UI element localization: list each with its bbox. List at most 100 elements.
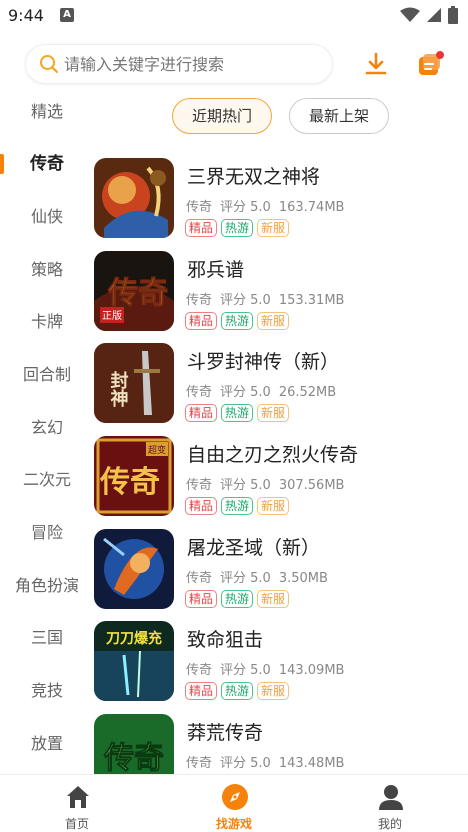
- game-icon: 刀刀爆充: [94, 621, 174, 701]
- game-icon-badge: 正版: [102, 309, 122, 322]
- tag-new-server: 新服: [257, 497, 290, 515]
- tag-new-server: 新服: [257, 219, 290, 237]
- game-list-item[interactable]: 封神 斗罗封神传（新） 传奇 评分 5.0 26.52MB 精品 热游 新服: [94, 337, 468, 427]
- game-size: 26.52MB: [278, 385, 337, 400]
- game-icon: 传奇 超变: [94, 436, 174, 516]
- download-icon[interactable]: [362, 50, 390, 78]
- game-rating: 评分 5.0: [220, 478, 271, 493]
- sidebar-item[interactable]: 二次元: [0, 460, 94, 500]
- nav-home[interactable]: 首页: [27, 775, 127, 832]
- game-category: 传奇: [186, 571, 213, 586]
- sidebar-item[interactable]: 精选: [0, 92, 94, 132]
- tag-new-server: 新服: [257, 590, 290, 608]
- search-input[interactable]: [64, 45, 324, 83]
- game-icon: 传奇 正版: [94, 251, 174, 331]
- notification-a-icon: A: [60, 8, 74, 22]
- game-tags: 精品 热游 新服: [185, 682, 290, 700]
- game-icon: 封神: [94, 343, 174, 423]
- search-icon: [40, 55, 59, 74]
- game-icon-art-text: 刀刀爆充: [106, 630, 162, 647]
- nav-find-games[interactable]: 找游戏: [184, 775, 284, 832]
- home-icon: [67, 786, 89, 808]
- game-list: 三界无双之神将 传奇 评分 5.0 163.74MB 精品 热游 新服 传奇 正版 …: [94, 152, 468, 774]
- game-tags: 精品 热游 新服: [185, 404, 290, 422]
- game-rating: 评分 5.0: [220, 756, 271, 771]
- game-icon: 传奇: [94, 714, 174, 774]
- game-list-item[interactable]: 传奇 莽荒传奇 传奇评分 5.0143.48MB 精品 热游 新服: [94, 708, 468, 774]
- game-rating: 评分 5.0: [220, 385, 271, 400]
- tag-hot: 热游: [221, 312, 254, 330]
- tag-premium: 精品: [185, 590, 218, 608]
- game-tags: 精品 热游 新服: [185, 219, 290, 237]
- nav-label-profile: 我的: [377, 817, 402, 831]
- game-category: 传奇: [186, 200, 213, 215]
- tab-recent-hot[interactable]: 近期热门: [172, 98, 272, 134]
- game-size: 307.56MB: [278, 478, 345, 493]
- game-rating: 评分 5.0: [220, 663, 271, 678]
- game-rating: 评分 5.0: [220, 200, 271, 215]
- nav-profile[interactable]: 我的: [340, 775, 440, 832]
- game-meta: 传奇 评分 5.0 163.74MB: [186, 196, 352, 215]
- game-icon-badge: 超变: [148, 444, 166, 456]
- game-tags: 精品 热游 新服: [185, 312, 290, 330]
- sidebar-item[interactable]: 冒险: [0, 513, 94, 553]
- tag-hot: 热游: [221, 682, 254, 700]
- sidebar-item[interactable]: 策略: [0, 250, 94, 290]
- sidebar-item[interactable]: 竞技: [0, 671, 94, 711]
- sidebar-item[interactable]: 回合制: [0, 355, 94, 395]
- game-icon-art-text: 封神: [108, 370, 129, 408]
- nav-label-home: 首页: [64, 817, 89, 831]
- game-list-item[interactable]: 传奇 超变 自由之刃之烈火传奇 传奇 评分 5.0 307.56MB 精品 热游 新…: [94, 430, 468, 520]
- game-list-item[interactable]: 刀刀爆充 致命狙击 传奇 评分 5.0 143.09MB 精品 热游 新服: [94, 615, 468, 705]
- sidebar-item-active[interactable]: 传奇: [0, 144, 94, 184]
- status-indicators: [400, 6, 458, 24]
- game-name: 邪兵谱: [187, 259, 245, 281]
- tag-hot: 热游: [221, 219, 254, 237]
- tag-new-server: 新服: [257, 682, 290, 700]
- tag-hot: 热游: [221, 497, 254, 515]
- search-box[interactable]: [25, 44, 333, 84]
- game-category: 传奇: [186, 756, 213, 771]
- game-icon-art-text: 传奇: [99, 465, 160, 500]
- compass-icon: [222, 784, 248, 810]
- tag-premium: 精品: [185, 497, 218, 515]
- wifi-icon: [400, 7, 420, 22]
- sidebar-item[interactable]: 玄幻: [0, 408, 94, 448]
- game-category: 传奇: [186, 663, 213, 678]
- game-tags: 精品 热游 新服: [185, 590, 290, 608]
- game-tags: 精品 热游 新服: [185, 497, 290, 515]
- game-list-item[interactable]: 屠龙圣域（新） 传奇 评分 5.0 3.50MB 精品 热游 新服: [94, 523, 468, 613]
- battery-icon: [448, 6, 458, 24]
- game-list-item[interactable]: 传奇 正版 邪兵谱 传奇 评分 5.0 153.31MB 精品 热游 新服: [94, 245, 468, 335]
- tag-hot: 热游: [221, 590, 254, 608]
- game-category: 传奇: [186, 385, 213, 400]
- game-name: 自由之刃之烈火传奇: [187, 444, 359, 466]
- tag-premium: 精品: [185, 404, 218, 422]
- game-category: 传奇: [186, 478, 213, 493]
- game-size: 3.50MB: [278, 571, 328, 586]
- sidebar-item[interactable]: 放置: [0, 724, 94, 764]
- game-icon-art-text: 传奇: [107, 276, 168, 311]
- tab-latest[interactable]: 最新上架: [289, 98, 389, 134]
- game-meta: 传奇 评分 5.0 143.48MB: [186, 752, 352, 771]
- tag-hot: 热游: [221, 404, 254, 422]
- game-icon: [94, 158, 174, 238]
- sidebar-item[interactable]: 三国: [0, 618, 94, 658]
- bottom-nav: 首页 找游戏 我的: [0, 774, 468, 832]
- game-list-item[interactable]: 三界无双之神将 传奇 评分 5.0 163.74MB 精品 热游 新服: [94, 152, 468, 242]
- tag-new-server: 新服: [257, 404, 290, 422]
- category-sidebar: 精选 传奇 仙侠 策略 卡牌 回合制 玄幻 二次元 冒险 角色扮演 三国 竞技 …: [0, 86, 94, 776]
- game-category: 传奇: [186, 293, 213, 308]
- game-name: 斗罗封神传（新）: [187, 351, 340, 373]
- status-bar: 9:44 A: [0, 0, 468, 32]
- sidebar-item[interactable]: 卡牌: [0, 302, 94, 342]
- game-icon: [94, 529, 174, 609]
- game-size: 143.09MB: [278, 663, 345, 678]
- sidebar-item[interactable]: 角色扮演: [0, 566, 94, 606]
- sidebar-item[interactable]: 仙侠: [0, 197, 94, 237]
- game-rating: 评分 5.0: [220, 571, 271, 586]
- game-meta: 传奇 评分 5.0 3.50MB: [186, 567, 336, 586]
- message-icon[interactable]: [416, 50, 444, 78]
- game-meta: 传奇 评分 5.0 307.56MB: [186, 474, 352, 493]
- status-time: 9:44: [8, 6, 44, 25]
